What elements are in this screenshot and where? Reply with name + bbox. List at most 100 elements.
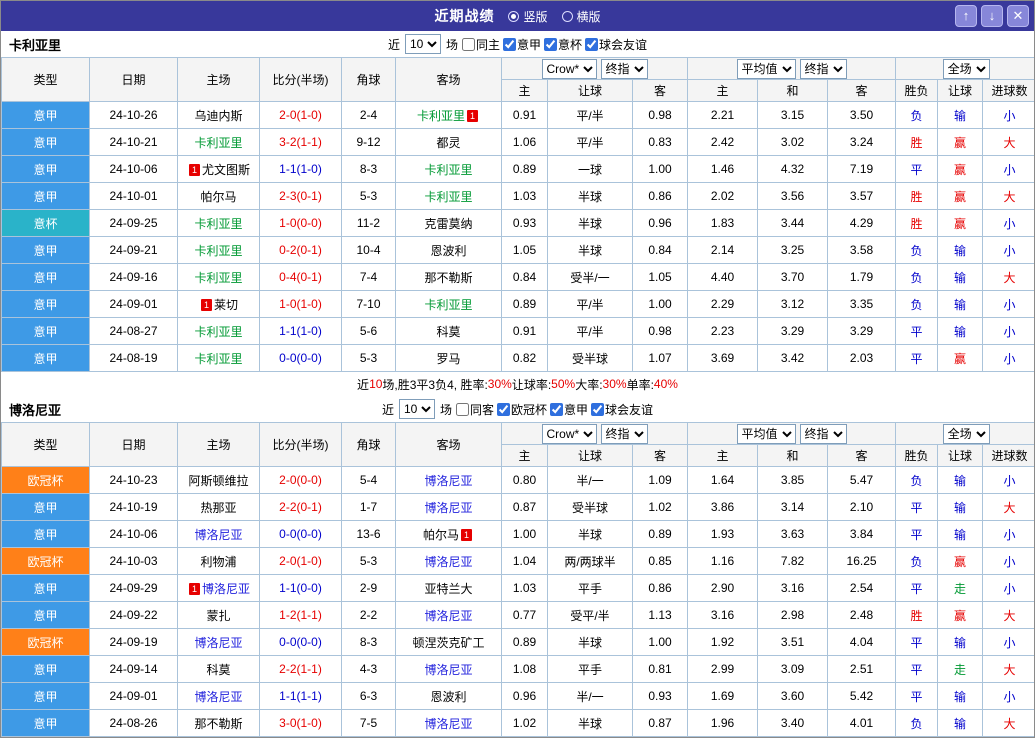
- filter-checkbox-欧冠杯[interactable]: [497, 402, 510, 416]
- competition-type: 意甲: [1, 182, 90, 210]
- layout-radio-horizontal[interactable]: 横版: [561, 8, 601, 25]
- team-label: 那不勒斯: [194, 716, 243, 731]
- team-label: 博洛尼亚: [424, 473, 473, 488]
- team-label: 博洛尼亚: [424, 716, 473, 731]
- score: 1-1(0-0): [259, 574, 342, 602]
- match-row: 意甲 24-09-14 科莫 2-2(1-1) 4-3 博洛尼亚 1.08 平手 0.81 2.9…: [1, 655, 1034, 683]
- home-team: 卡利亚里: [177, 263, 260, 291]
- filter-意甲[interactable]: 意甲: [549, 401, 588, 418]
- handicap-line: 两/两球半: [547, 547, 633, 575]
- avg-home-odds: 1.92: [687, 628, 759, 656]
- handicap-home-odds: 1.05: [501, 236, 548, 264]
- recent-results-panel: 近期战绩 竖版 横版 ↑ ↓ ✕ 卡利亚里 近 10 场 同主 意甲 意杯 球会…: [0, 0, 1035, 738]
- handicap-line: 受平/半: [547, 601, 633, 629]
- scroll-down-button[interactable]: ↓: [981, 5, 1003, 27]
- col-handicap-home: 主: [501, 444, 548, 467]
- competition-type: 欧冠杯: [1, 547, 90, 575]
- team-label: 博洛尼亚: [424, 608, 473, 623]
- scope-select[interactable]: 全场: [942, 423, 990, 444]
- match-count-select[interactable]: 10: [404, 34, 441, 54]
- filter-同客[interactable]: 同客: [455, 401, 494, 418]
- filter-checkbox-意甲[interactable]: [503, 37, 516, 51]
- handicap-home-odds: 0.80: [501, 466, 548, 494]
- filter-球会友谊[interactable]: 球会友谊: [590, 401, 653, 418]
- handicap-line: 平/半: [547, 290, 633, 318]
- competition-type: 欧冠杯: [1, 466, 90, 494]
- bookmaker-select[interactable]: Crow*: [541, 58, 597, 79]
- corners: 8-3: [341, 155, 396, 183]
- handicap-away-odds: 0.98: [631, 101, 689, 129]
- score: 0-2(0-1): [259, 236, 342, 264]
- layout-radio-vertical[interactable]: 竖版: [508, 8, 548, 25]
- scroll-up-button[interactable]: ↑: [955, 5, 977, 27]
- filter-checkbox-意甲[interactable]: [550, 402, 564, 416]
- match-date: 24-08-26: [89, 709, 178, 737]
- filter-checkbox-意杯[interactable]: [544, 37, 558, 51]
- result-handicap: 输: [937, 709, 984, 737]
- handicap-away-odds: 1.09: [631, 466, 689, 494]
- summary-segment: 30%: [487, 377, 512, 391]
- match-count-select[interactable]: 10: [398, 399, 435, 419]
- match-date: 24-08-27: [89, 317, 178, 345]
- away-team: 博洛尼亚: [395, 466, 502, 494]
- score: 2-2(0-1): [259, 493, 342, 521]
- result-goals: 小: [982, 466, 1034, 494]
- col-avg-home: 主: [687, 444, 759, 467]
- close-button[interactable]: ✕: [1007, 5, 1029, 27]
- handicap-line: 半/一: [547, 682, 633, 710]
- handicap-line: 平/半: [547, 101, 633, 129]
- result-outcome: 平: [895, 155, 939, 183]
- summary-segment: 50%: [551, 377, 576, 391]
- filter-checkbox-同客[interactable]: [455, 402, 469, 416]
- filter-同主[interactable]: 同主: [461, 36, 500, 53]
- away-team: 卡利亚里 1: [395, 101, 502, 129]
- filter-checkbox-球会友谊[interactable]: [585, 37, 599, 51]
- score: 1-1(1-0): [259, 155, 342, 183]
- result-handicap: 赢: [937, 547, 984, 575]
- result-handicap: 输: [937, 236, 984, 264]
- home-team: 帕尔马: [177, 182, 260, 210]
- match-row: 意甲 24-10-19 热那亚 2-2(0-1) 1-7 博洛尼亚 0.87 受半球 1.02 3…: [1, 493, 1034, 521]
- result-handicap: 赢: [937, 344, 984, 372]
- filter-球会友谊[interactable]: 球会友谊: [584, 36, 647, 53]
- filter-checkbox-球会友谊[interactable]: [591, 402, 605, 416]
- filter-matches-label: 场: [445, 37, 458, 52]
- filter-欧冠杯[interactable]: 欧冠杯: [496, 401, 547, 418]
- result-outcome: 平: [895, 628, 939, 656]
- bookmaker-select[interactable]: Crow*: [541, 423, 597, 444]
- average-stage-select[interactable]: 终指: [799, 423, 847, 444]
- filter-意甲[interactable]: 意甲: [502, 36, 541, 53]
- scope-select[interactable]: 全场: [942, 58, 990, 79]
- filter-checkbox-同主[interactable]: [461, 37, 475, 51]
- titlebar-center: 近期战绩 竖版 横版: [434, 6, 600, 26]
- handicap-stage-select[interactable]: 终指: [600, 423, 648, 444]
- handicap-away-odds: 1.00: [631, 628, 689, 656]
- match-row: 意甲 24-09-21 卡利亚里 0-2(0-1) 10-4 恩波利 1.05 半球 0.84 2…: [1, 236, 1034, 264]
- competition-type: 意甲: [1, 682, 90, 710]
- handicap-stage-select[interactable]: 终指: [600, 58, 648, 79]
- home-team: 蒙扎: [177, 601, 260, 629]
- match-rows: 意甲 24-10-26 乌迪内斯 2-0(1-0) 2-4 卡利亚里 1 0.91 平/半 0.9…: [1, 101, 1034, 372]
- avg-home-odds: 2.21: [687, 101, 759, 129]
- avg-draw-odds: 3.09: [757, 655, 829, 683]
- corners: 1-7: [341, 493, 396, 521]
- average-stage-select[interactable]: 终指: [799, 58, 847, 79]
- radio-vertical-icon: [508, 10, 520, 22]
- col-date: 日期: [89, 57, 178, 102]
- corners: 5-3: [341, 182, 396, 210]
- handicap-line: 平/半: [547, 128, 633, 156]
- team-label: 卡利亚里: [416, 108, 465, 123]
- filter-意杯[interactable]: 意杯: [543, 36, 582, 53]
- average-select[interactable]: 平均值: [736, 423, 796, 444]
- avg-away-odds: 3.57: [827, 182, 897, 210]
- team-label: 卡利亚里: [424, 189, 473, 204]
- result-outcome: 胜: [895, 182, 939, 210]
- score: 2-3(0-1): [259, 182, 342, 210]
- summary-segment: 场,胜3平3负4, 胜率:: [382, 377, 488, 392]
- result-handicap: 输: [937, 317, 984, 345]
- handicap-home-odds: 0.91: [501, 101, 548, 129]
- average-select[interactable]: 平均值: [736, 58, 796, 79]
- result-handicap: 赢: [937, 601, 984, 629]
- away-team: 都灵: [395, 128, 502, 156]
- avg-away-odds: 4.04: [827, 628, 897, 656]
